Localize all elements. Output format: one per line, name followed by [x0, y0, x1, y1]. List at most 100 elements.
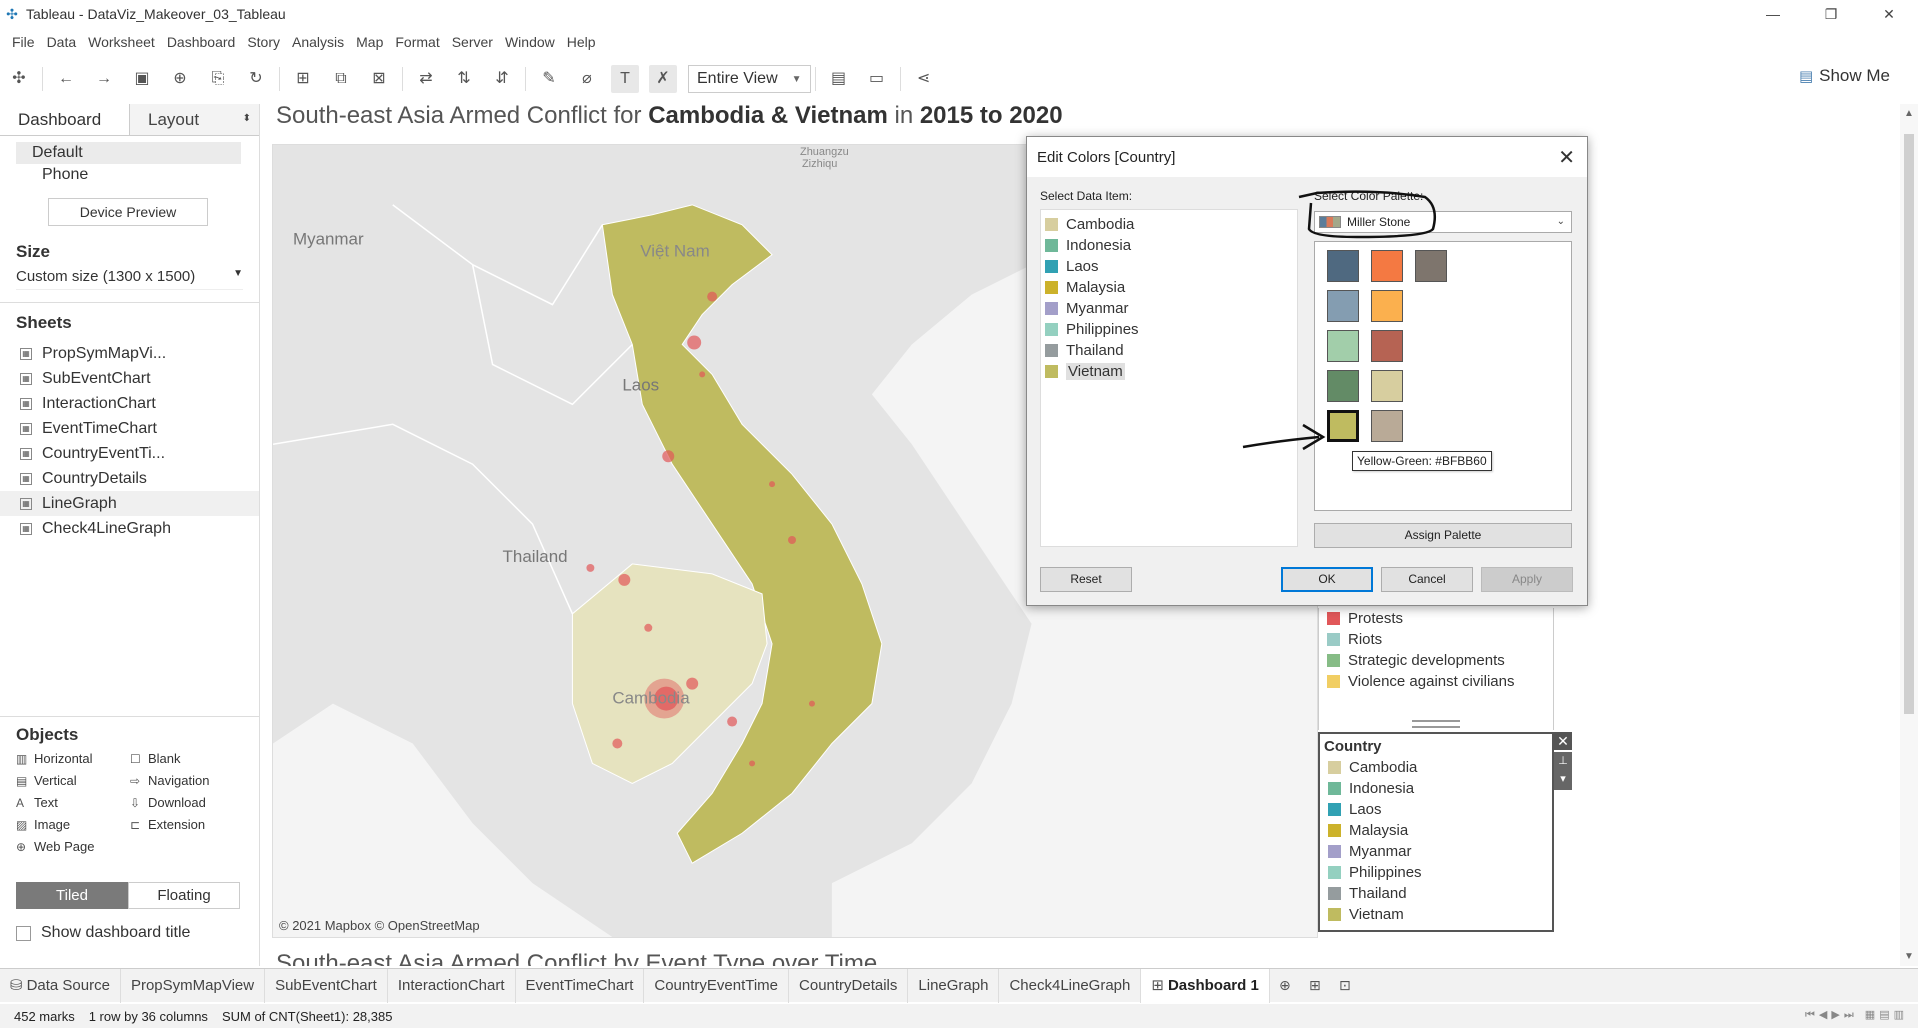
object-web-page[interactable]: ⊕ Web Page: [16, 839, 130, 854]
object-image[interactable]: ▨ Image: [16, 817, 130, 832]
palette-select[interactable]: Miller Stone ⌄: [1314, 211, 1572, 233]
event-circle[interactable]: [808, 700, 815, 707]
device-phone[interactable]: Phone: [16, 164, 259, 186]
new-worksheet-icon[interactable]: ⊕: [1270, 977, 1300, 994]
new-data-source-icon[interactable]: ⊕: [166, 65, 194, 93]
tab-linegraph[interactable]: LineGraph: [908, 968, 1000, 1003]
legend-item-cambodia[interactable]: Cambodia: [1320, 757, 1552, 778]
sheet-item-eventtimechart[interactable]: ▦ EventTimeChart: [0, 416, 259, 441]
menu-server[interactable]: Server: [446, 34, 499, 50]
close-window-button[interactable]: ✕: [1860, 0, 1918, 28]
menu-data[interactable]: Data: [41, 34, 83, 50]
palette-swatch[interactable]: [1327, 290, 1359, 322]
fit-select[interactable]: Entire View ▼: [688, 65, 811, 93]
country-legend[interactable]: ✕ ⊥ ▾ Country Cambodia Indonesia Laos Mal…: [1318, 732, 1572, 932]
resize-grip[interactable]: [1412, 720, 1460, 728]
fix-axes-icon[interactable]: ✗: [649, 65, 677, 93]
scrollbar-thumb[interactable]: [1904, 134, 1914, 714]
palette-swatch[interactable]: [1415, 250, 1447, 282]
tiled-button[interactable]: Tiled: [16, 882, 128, 909]
ok-button[interactable]: OK: [1281, 567, 1373, 592]
legend-item-thailand[interactable]: Thailand: [1320, 883, 1552, 904]
close-icon[interactable]: ✕: [1558, 145, 1575, 170]
reset-button[interactable]: Reset: [1040, 567, 1132, 592]
palette-swatch[interactable]: [1327, 250, 1359, 282]
tab-layout[interactable]: Layout ⬍: [129, 104, 259, 135]
menu-file[interactable]: File: [6, 34, 41, 50]
data-item-philippines[interactable]: Philippines: [1041, 319, 1297, 340]
sheet-item-check4linegraph[interactable]: ▦ Check4LineGraph: [0, 516, 259, 541]
legend-item-indonesia[interactable]: Indonesia: [1320, 778, 1552, 799]
minimize-button[interactable]: —: [1744, 0, 1802, 28]
undo-icon[interactable]: ←: [52, 65, 80, 93]
object-navigation[interactable]: ⇨ Navigation: [130, 773, 244, 788]
swap-icon[interactable]: ⇄: [412, 65, 440, 93]
event-circle[interactable]: [749, 760, 756, 767]
sheet-navigation-icons[interactable]: ⏮◀▶⏭ ▦▤▥: [1805, 1008, 1908, 1022]
tab-data-source[interactable]: ⛁ Data Source: [0, 968, 121, 1003]
tab-propsymmapview[interactable]: PropSymMapView: [121, 968, 266, 1003]
show-labels-icon[interactable]: T: [611, 65, 639, 93]
palette-swatch[interactable]: [1371, 410, 1403, 442]
group-icon[interactable]: ⌀: [573, 65, 601, 93]
clear-sheet-icon[interactable]: ⊠: [365, 65, 393, 93]
object-download[interactable]: ⇩ Download: [130, 795, 244, 810]
assign-palette-button[interactable]: Assign Palette: [1314, 523, 1572, 548]
legend-item-riots[interactable]: Riots: [1319, 629, 1553, 650]
legend-item-philippines[interactable]: Philippines: [1320, 862, 1552, 883]
tab-dashboard[interactable]: Dashboard: [0, 104, 129, 135]
menu-format[interactable]: Format: [389, 34, 445, 50]
event-type-legend[interactable]: Protests Riots Strategic developments Vi…: [1318, 608, 1554, 730]
palette-swatch[interactable]: [1371, 370, 1403, 402]
show-title-checkbox-row[interactable]: Show dashboard title: [16, 924, 190, 942]
apply-button[interactable]: Apply: [1481, 567, 1573, 592]
highlight-icon[interactable]: ✎: [535, 65, 563, 93]
show-cards-icon[interactable]: ▤: [825, 65, 853, 93]
device-default[interactable]: Default: [16, 142, 241, 164]
new-dashboard-icon[interactable]: ⊞: [1300, 977, 1330, 994]
sheet-item-subeventchart[interactable]: ▦ SubEventChart: [0, 366, 259, 391]
object-horizontal[interactable]: ▥ Horizontal: [16, 751, 130, 766]
cancel-button[interactable]: Cancel: [1381, 567, 1473, 592]
menu-story[interactable]: Story: [241, 34, 286, 50]
palette-swatch[interactable]: [1371, 330, 1403, 362]
data-item-malaysia[interactable]: Malaysia: [1041, 277, 1297, 298]
event-circle[interactable]: [699, 371, 706, 378]
scroll-up-icon[interactable]: ▲: [1900, 108, 1918, 119]
event-circle[interactable]: [769, 481, 776, 488]
new-worksheet-icon[interactable]: ⊞: [289, 65, 317, 93]
tab-eventtimechart[interactable]: EventTimeChart: [516, 968, 645, 1003]
presentation-mode-icon[interactable]: ▭: [863, 65, 891, 93]
legend-item-vietnam[interactable]: Vietnam: [1320, 904, 1552, 925]
device-preview-button[interactable]: Device Preview: [48, 198, 208, 226]
palette-swatch[interactable]: [1371, 290, 1403, 322]
menu-map[interactable]: Map: [350, 34, 389, 50]
tab-countryeventtime[interactable]: CountryEventTime: [644, 968, 790, 1003]
share-icon[interactable]: ⋖: [910, 65, 938, 93]
event-circle[interactable]: [687, 335, 702, 350]
sheet-item-countrydetails[interactable]: ▦ CountryDetails: [0, 466, 259, 491]
save-icon[interactable]: ▣: [128, 65, 156, 93]
new-story-icon[interactable]: ⊡: [1330, 977, 1360, 994]
tab-check4linegraph[interactable]: Check4LineGraph: [999, 968, 1142, 1003]
sheet-item-propsymmapview[interactable]: ▦ PropSymMapVi...: [0, 341, 259, 366]
event-circle[interactable]: [644, 623, 653, 632]
menu-analysis[interactable]: Analysis: [286, 34, 350, 50]
event-circle[interactable]: [727, 716, 738, 727]
tab-countrydetails[interactable]: CountryDetails: [789, 968, 909, 1003]
object-extension[interactable]: ⊏ Extension: [130, 817, 244, 832]
scroll-down-icon[interactable]: ▼: [1900, 951, 1918, 962]
restore-button[interactable]: ❐: [1802, 0, 1860, 28]
size-select[interactable]: Custom size (1300 x 1500) ▼: [16, 268, 243, 290]
object-text[interactable]: A Text: [16, 795, 130, 810]
legend-item-malaysia[interactable]: Malaysia: [1320, 820, 1552, 841]
menu-help[interactable]: Help: [561, 34, 602, 50]
event-circle[interactable]: [662, 450, 675, 463]
menu-worksheet[interactable]: Worksheet: [82, 34, 161, 50]
palette-swatch-selected[interactable]: [1327, 410, 1359, 442]
sort-ascending-icon[interactable]: ⇅: [450, 65, 478, 93]
palette-swatch[interactable]: [1327, 330, 1359, 362]
floating-button[interactable]: Floating: [128, 882, 240, 909]
redo-icon[interactable]: →: [90, 65, 118, 93]
tab-dashboard-1[interactable]: ⊞ Dashboard 1: [1141, 968, 1270, 1003]
